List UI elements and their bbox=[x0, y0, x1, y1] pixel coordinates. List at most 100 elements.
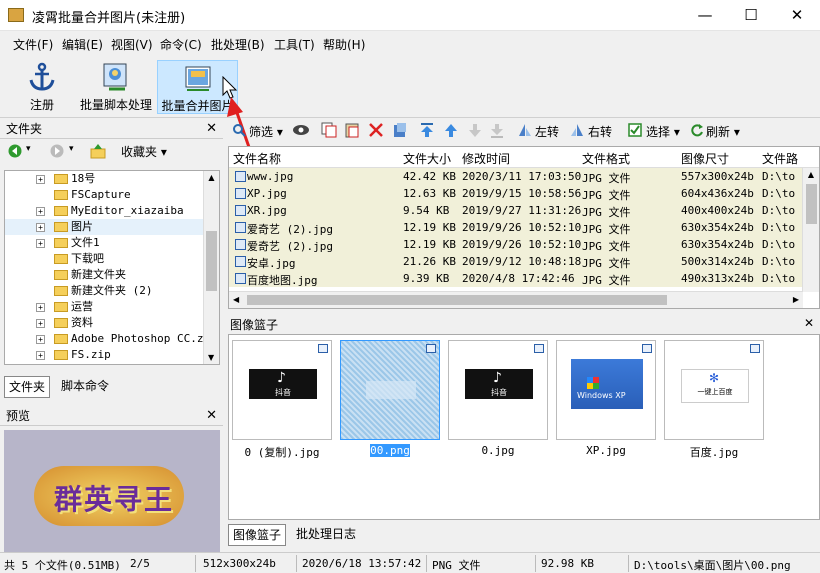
close-button[interactable]: ✕ bbox=[774, 0, 820, 31]
scroll-left-icon[interactable]: ◀ bbox=[233, 295, 239, 304]
tree-item[interactable]: + 运营 bbox=[5, 299, 219, 315]
tab-basket[interactable]: 图像篮子 bbox=[228, 524, 287, 546]
scroll-up-icon[interactable]: ▲ bbox=[204, 173, 219, 182]
tree-item-label: FSCapture bbox=[71, 188, 131, 201]
tree-item[interactable]: +18号 bbox=[5, 171, 219, 187]
favorites-button[interactable]: 收藏夹 ▾ bbox=[121, 143, 167, 160]
preview-panel-close-icon[interactable]: ✕ bbox=[206, 406, 217, 426]
file-list[interactable]: 文件名称 文件大小 修改时间 文件格式 图像尺寸 文件路 www.jpg 42.4… bbox=[228, 146, 820, 309]
vertical-scrollbar[interactable]: ▲ bbox=[802, 168, 819, 292]
tree-item[interactable]: + 文件1 bbox=[5, 235, 219, 251]
expand-icon[interactable]: + bbox=[36, 223, 45, 232]
basket-thumbnail[interactable] bbox=[340, 340, 440, 440]
col-format[interactable]: 文件格式 bbox=[582, 150, 630, 167]
table-row[interactable]: 百度地图.jpg 9.39 KB 2020/4/8 17:42:46 JPG 文件 49… bbox=[229, 270, 819, 287]
expand-icon[interactable]: + bbox=[36, 207, 45, 216]
expand-icon[interactable]: + bbox=[36, 303, 45, 312]
table-row[interactable]: 安卓.jpg 21.26 KB 2019/9/12 10:48:18 JPG 文件 50… bbox=[229, 253, 819, 270]
properties-icon[interactable] bbox=[392, 122, 408, 138]
col-dimensions[interactable]: 图像尺寸 bbox=[681, 150, 729, 167]
folder-icon bbox=[54, 254, 68, 264]
maximize-button[interactable]: ☐ bbox=[728, 0, 774, 31]
table-row[interactable]: XP.jpg 12.63 KB 2019/9/15 10:58:56 JPG 文件 60… bbox=[229, 185, 819, 202]
basket-thumbnail[interactable]: ✻ 一键上百度 bbox=[664, 340, 764, 440]
horizontal-scrollbar[interactable]: ◀ ▶ bbox=[229, 291, 803, 308]
hscroll-thumb[interactable] bbox=[247, 295, 667, 305]
back-icon[interactable] bbox=[8, 144, 22, 158]
preview-logo-text: 群英寻王 bbox=[53, 483, 174, 516]
scroll-down-icon[interactable]: ▼ bbox=[208, 353, 214, 362]
tree-scrollbar[interactable]: ▲ ▼ bbox=[203, 171, 219, 364]
tree-item[interactable]: 新建文件夹 (2) bbox=[5, 283, 219, 299]
col-filesize[interactable]: 文件大小 bbox=[403, 150, 451, 167]
paste-icon[interactable] bbox=[344, 122, 360, 138]
tree-item[interactable]: + 资料 bbox=[5, 315, 219, 331]
table-row[interactable]: 爱奇艺 (2).jpg 12.19 KB 2019/9/26 10:52:10 JPG… bbox=[229, 236, 819, 253]
forward-icon[interactable] bbox=[50, 144, 64, 158]
forward-dropdown-icon[interactable]: ▾ bbox=[69, 144, 74, 154]
folder-panel: 文件夹 ✕ ▾ ▾ 收藏夹 ▾ +18号 FSCapture + MyEditor_x… bbox=[0, 119, 223, 401]
move-up-icon[interactable] bbox=[444, 122, 458, 138]
tab-batch-log[interactable]: 批处理日志 bbox=[292, 524, 360, 546]
vscroll-up-icon[interactable]: ▲ bbox=[803, 170, 819, 179]
select-button[interactable]: 选择 ▾ bbox=[646, 123, 680, 140]
tab-script-commands[interactable]: 脚本命令 bbox=[57, 376, 113, 398]
table-cell: 12.63 KB bbox=[403, 187, 456, 200]
menu-batch[interactable]: 批处理(B) bbox=[211, 36, 265, 53]
script-image-icon bbox=[101, 62, 131, 92]
col-filename[interactable]: 文件名称 bbox=[233, 150, 281, 167]
folder-tree[interactable]: +18号 FSCapture + MyEditor_xiazaiba + 图片 + 文件1 下载… bbox=[4, 170, 220, 365]
tree-item[interactable]: + Adobe Photoshop CC.zip bbox=[5, 331, 219, 347]
register-button[interactable]: 注册 bbox=[20, 60, 64, 114]
rotate-left-button[interactable]: 左转 bbox=[535, 123, 559, 140]
move-top-icon[interactable] bbox=[420, 122, 434, 138]
copy-icon[interactable] bbox=[321, 122, 337, 138]
basket-thumbnail[interactable]: Windows XP bbox=[556, 340, 656, 440]
refresh-button[interactable]: 刷新 ▾ bbox=[706, 123, 740, 140]
batch-script-button[interactable]: 批量脚本处理 bbox=[78, 60, 154, 114]
tree-item[interactable]: 下载吧 bbox=[5, 251, 219, 267]
expand-icon[interactable]: + bbox=[36, 335, 45, 344]
basket-thumbnail[interactable]: ♪ 抖音 bbox=[232, 340, 332, 440]
tree-item[interactable]: + MyEditor_xiazaiba bbox=[5, 203, 219, 219]
refresh-label: 刷新 bbox=[706, 125, 731, 139]
tree-item[interactable]: + FS.zip bbox=[5, 347, 219, 363]
menu-view[interactable]: 视图(V) bbox=[111, 36, 153, 53]
image-file-icon bbox=[235, 222, 246, 233]
eye-icon[interactable] bbox=[292, 124, 310, 136]
menu-tools[interactable]: 工具(T) bbox=[274, 36, 315, 53]
main-toolbar: 注册 批量脚本处理 批量合并图片 bbox=[0, 58, 820, 118]
up-folder-icon[interactable] bbox=[90, 143, 106, 159]
expand-icon[interactable]: + bbox=[36, 351, 45, 360]
move-down-icon[interactable] bbox=[468, 122, 482, 138]
move-bottom-icon[interactable] bbox=[490, 122, 504, 138]
filter-button[interactable]: 筛选 ▾ bbox=[249, 123, 283, 140]
delete-icon[interactable] bbox=[368, 122, 384, 138]
minimize-button[interactable]: — bbox=[682, 0, 728, 31]
table-row[interactable]: 爱奇艺 (2).jpg 12.19 KB 2019/9/26 10:52:10 JPG… bbox=[229, 219, 819, 236]
table-row[interactable]: www.jpg 42.42 KB 2020/3/11 17:03:50 JPG 文件 5… bbox=[229, 168, 819, 185]
tree-item[interactable]: + 图片 bbox=[5, 219, 219, 235]
folder-panel-close-icon[interactable]: ✕ bbox=[206, 119, 217, 139]
rotate-right-button[interactable]: 右转 bbox=[588, 123, 612, 140]
col-path[interactable]: 文件路 bbox=[762, 150, 798, 167]
menu-help[interactable]: 帮助(H) bbox=[323, 36, 365, 53]
tab-folders[interactable]: 文件夹 bbox=[4, 376, 51, 398]
vscroll-thumb[interactable] bbox=[806, 184, 817, 224]
menu-command[interactable]: 命令(C) bbox=[160, 36, 202, 53]
table-row[interactable]: XR.jpg 9.54 KB 2019/9/27 11:31:26 JPG 文件 400… bbox=[229, 202, 819, 219]
expand-icon[interactable]: + bbox=[36, 239, 45, 248]
folder-nav-bar: ▾ ▾ 收藏夹 ▾ bbox=[0, 139, 223, 163]
col-modified[interactable]: 修改时间 bbox=[462, 150, 510, 167]
menu-edit[interactable]: 编辑(E) bbox=[62, 36, 103, 53]
basket-thumbnail[interactable]: ♪ 抖音 bbox=[448, 340, 548, 440]
menu-file[interactable]: 文件(F) bbox=[13, 36, 53, 53]
expand-icon[interactable]: + bbox=[36, 175, 45, 184]
tree-item[interactable]: FSCapture bbox=[5, 187, 219, 203]
expand-icon[interactable]: + bbox=[36, 319, 45, 328]
scroll-right-icon[interactable]: ▶ bbox=[793, 295, 799, 304]
tree-item[interactable]: 新建文件夹 bbox=[5, 267, 219, 283]
scroll-thumb[interactable] bbox=[206, 231, 217, 291]
back-dropdown-icon[interactable]: ▾ bbox=[26, 144, 31, 154]
basket-close-icon[interactable]: ✕ bbox=[804, 316, 814, 330]
